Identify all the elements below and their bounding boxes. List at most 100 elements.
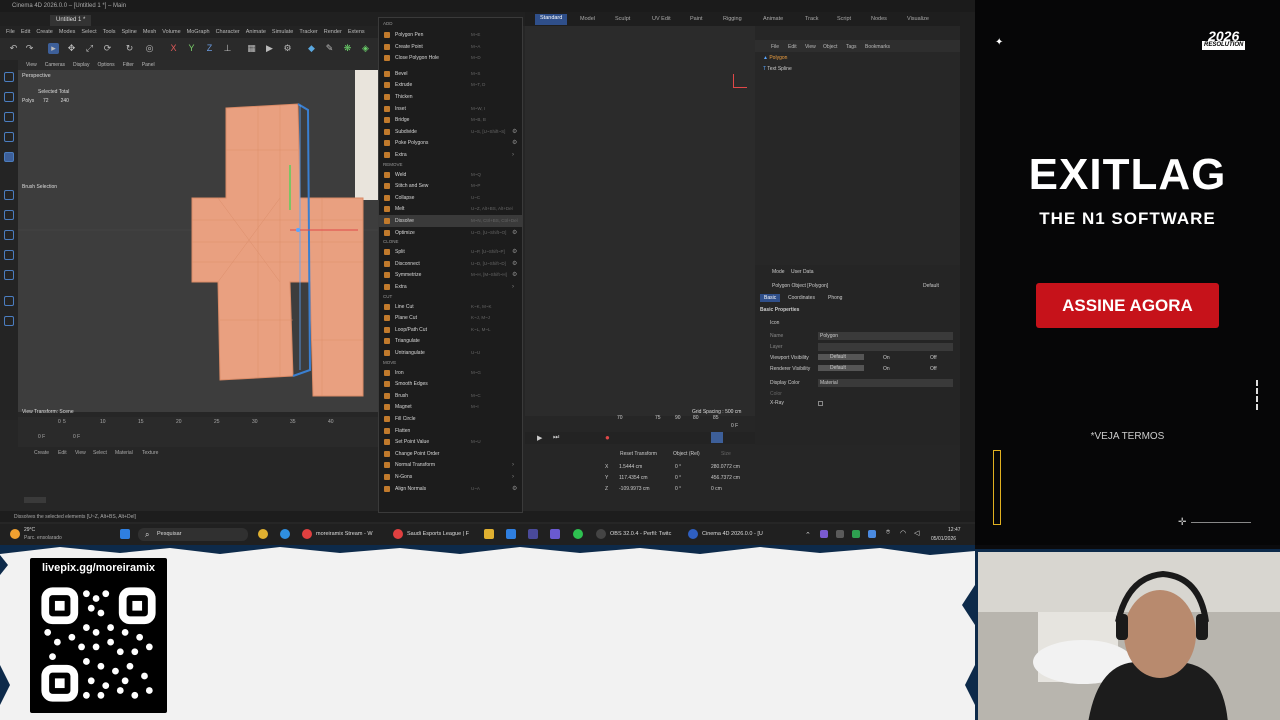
layer-field[interactable] [818,343,953,351]
menu-item-thicken[interactable]: Thicken [379,91,522,103]
layout-tab-nodes[interactable]: Nodes [871,16,887,22]
gear-icon[interactable]: ⚙ [512,249,517,255]
keyframe-mode-icon[interactable] [711,432,723,443]
taskbar-app-c4d[interactable]: Cinema 4D 2026.0.0 - [U [702,531,763,537]
menu-item-change-point-order[interactable]: Change Point Order [379,448,522,460]
edge-mode-icon[interactable] [4,132,14,142]
store-icon[interactable] [528,529,538,539]
network-icon[interactable]: ⌾ [886,529,890,537]
render-settings-icon[interactable]: ⚙ [282,43,293,54]
record-icon[interactable]: ● [605,433,610,442]
menu-item-polygon-pen[interactable]: Polygon Pen M~E [379,29,522,41]
name-field[interactable] [818,332,953,340]
object-menu-object[interactable]: Object [823,44,837,50]
menu-mesh[interactable]: Mesh [143,29,156,35]
coord-pos-y[interactable]: 117.4354 cm [619,475,648,481]
scale-tool-icon[interactable]: ⤢ [84,43,95,54]
coord-size-dropdown[interactable]: Size [721,451,731,457]
texture-mode-icon[interactable] [4,92,14,102]
menu-animate[interactable]: Animate [246,29,266,35]
menu-tracker[interactable]: Tracker [299,29,317,35]
menu-mograph[interactable]: MoGraph [187,29,210,35]
mail-icon[interactable] [506,529,516,539]
weather-desc[interactable]: Parc. ensolarado [24,535,62,541]
terms-link[interactable]: *VEJA TERMOS [975,431,1280,442]
viewport-menu-options[interactable]: Options [97,62,114,68]
menu-item-plane-cut[interactable]: Plane Cut K~J, M~J [379,312,522,324]
subscribe-button[interactable]: ASSINE AGORA [1036,283,1219,328]
chrome-icon[interactable] [302,529,312,539]
polygon-mode-icon[interactable] [4,152,14,162]
move-tool-icon[interactable]: ✥ [66,43,77,54]
document-tab[interactable]: Untitled 1 * [50,15,92,26]
redo-icon[interactable]: ↷ [24,43,35,54]
menu-item-set-point-value[interactable]: Set Point Value M~U [379,436,522,448]
obs-icon[interactable] [596,529,606,539]
axis-icon[interactable] [4,210,14,220]
menu-volume[interactable]: Volume [162,29,180,35]
coord-rot-x[interactable]: 0 ° [675,464,681,470]
layout-tab-sculpt[interactable]: Sculpt [615,16,630,22]
renderer-vis-off[interactable]: Off [930,366,937,372]
viewport-menu-cameras[interactable]: Cameras [45,62,65,68]
edge-icon[interactable] [280,529,290,539]
attr-tab-basic[interactable]: Basic [760,294,781,302]
menu-item-dissolve[interactable]: Dissolve M~N, Ctrl+BS, Ctrl+Del [379,215,522,227]
volume-icon[interactable]: ◁ [914,529,919,537]
chevron-right-icon[interactable]: › [512,474,514,480]
menu-item-fill-circle[interactable]: Fill Circle [379,413,522,425]
material-menu-select[interactable]: Select [93,450,107,456]
search-box[interactable] [138,528,248,541]
menu-item-bevel[interactable]: Bevel M~S [379,68,522,80]
object-menu-tags[interactable]: Tags [846,44,857,50]
viewport-vis-off[interactable]: Off [930,355,937,361]
viewport-vis-default[interactable]: Default [818,354,864,360]
menu-item-symmetrize[interactable]: Symmetrize M~H, [M~Shift~H] ⚙ [379,269,522,281]
cinema4d-icon[interactable] [688,529,698,539]
coord-pos-z[interactable]: -109.9973 cm [619,486,650,492]
material-menu-edit[interactable]: Edit [58,450,67,456]
coord-rot-y[interactable]: 0 ° [675,475,681,481]
menu-item-n-gons[interactable]: N-Gons › [379,471,522,483]
undo-icon[interactable]: ↶ [8,43,19,54]
right-frame[interactable]: 0 F [731,423,738,429]
select-tool-icon[interactable]: ▸ [48,43,59,54]
menu-create[interactable]: Create [36,29,53,35]
renderer-vis-on[interactable]: On [883,366,890,372]
workplane-icon[interactable] [4,190,14,200]
y-axis-icon[interactable]: Y [186,43,197,54]
start-icon[interactable] [120,529,130,539]
rotate-tool-icon[interactable]: ⟳ [102,43,113,54]
layout-tab-paint[interactable]: Paint [690,16,703,22]
menu-spline[interactable]: Spline [122,29,137,35]
pen-icon[interactable]: ✎ [324,43,335,54]
object-menu-edit[interactable]: Edit [788,44,797,50]
object-menu-bookmarks[interactable]: Bookmarks [865,44,890,50]
taskbar-app-stream[interactable]: moreiramix Stream - W [316,531,373,537]
workplane-grid-icon[interactable] [4,316,14,326]
tray-chevron-icon[interactable]: ⌃ [805,531,811,539]
coord-system-icon[interactable]: ⊥ [222,43,233,54]
viewport-vis-on[interactable]: On [883,355,890,361]
menu-item-optimize[interactable]: Optimize U~O, [U~Shift~O] ⚙ [379,227,522,239]
taskbar-app-saudi[interactable]: Saudi Esports League | F [407,531,469,537]
menu-item-extra[interactable]: Extra › [379,149,522,161]
gear-icon[interactable]: ⚙ [512,140,517,146]
object-row-text-spline[interactable]: T Text Spline [763,66,792,72]
menu-item-melt[interactable]: Melt U~Z, Alt+BS, Alt+Del [379,203,522,215]
tray-icon[interactable] [836,530,844,538]
tweak-icon[interactable] [4,230,14,240]
menu-item-split[interactable]: Split U~P, [U~Shift~P] ⚙ [379,246,522,258]
layout-tab-script[interactable]: Script [837,16,851,22]
app-icon[interactable] [258,529,268,539]
gear-icon[interactable]: ⚙ [512,272,517,278]
menu-item-normal-transform[interactable]: Normal Transform › [379,459,522,471]
gear-icon[interactable]: ⚙ [512,486,517,492]
viewport-menu-view[interactable]: View [26,62,37,68]
point-mode-icon[interactable] [4,112,14,122]
clock-date[interactable]: 05/01/2026 [931,536,956,542]
generator-icon[interactable]: ❋ [342,43,353,54]
coord-size-x[interactable]: 280.0772 cm [711,464,740,470]
menu-item-line-cut[interactable]: Line Cut K~K, M~K [379,301,522,313]
attr-icon-label[interactable]: Icon [770,320,779,326]
